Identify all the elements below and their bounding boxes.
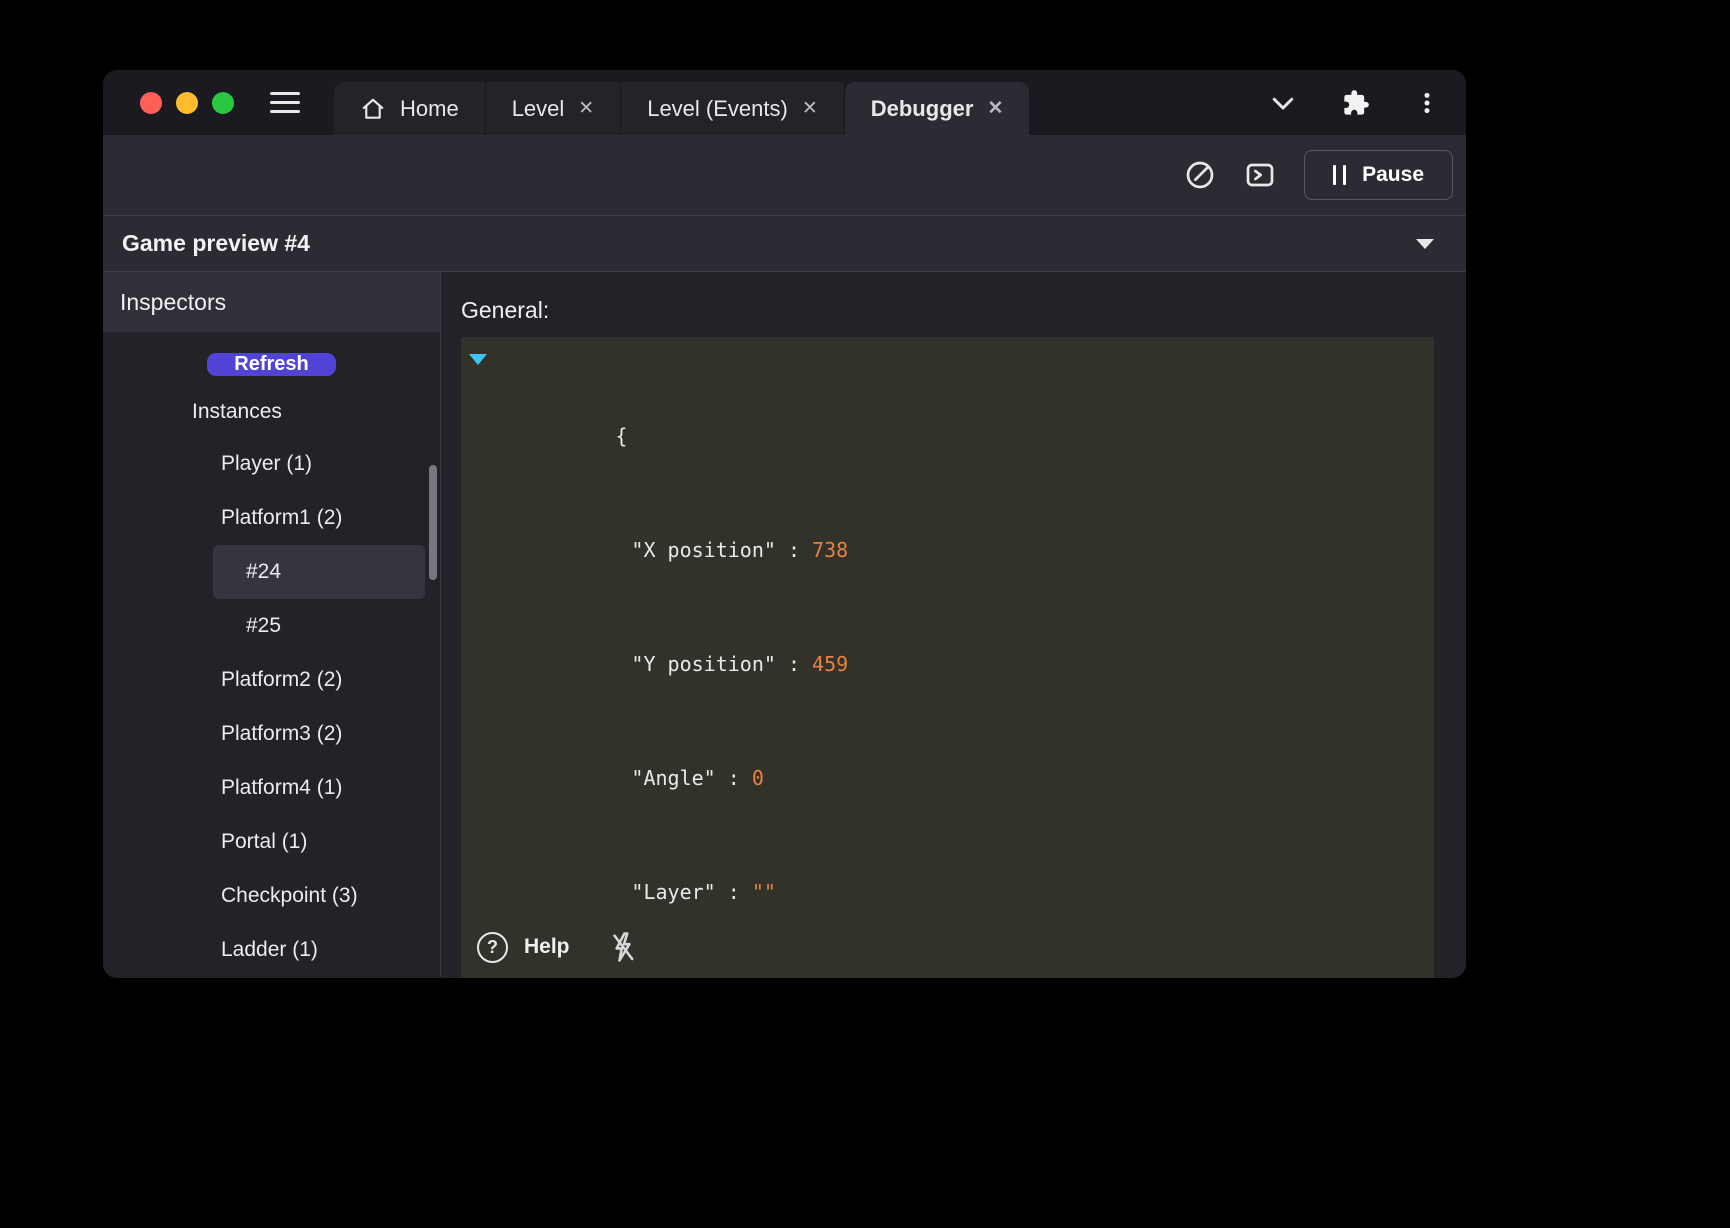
tab-bar: Home Level Level (Events) Debugger (334, 70, 1029, 135)
sidebar-scrollbar[interactable] (429, 465, 437, 580)
instance-item-checkpoint[interactable]: Checkpoint (3) (213, 869, 425, 923)
pause-icon (1333, 165, 1346, 185)
instance-item-player[interactable]: Player (1) (213, 437, 425, 491)
instance-item-portal[interactable]: Portal (1) (213, 815, 425, 869)
property-row[interactable]: "Y position" : 459 (461, 607, 1434, 721)
instance-item-platform1[interactable]: Platform1 (2) (213, 491, 425, 545)
help-icon[interactable] (477, 932, 508, 963)
expand-collapse-icon[interactable] (469, 354, 487, 365)
property-value[interactable]: "" (752, 880, 776, 904)
property-value[interactable]: 738 (812, 538, 848, 562)
tab-level-events[interactable]: Level (Events) (621, 82, 845, 135)
window-controls (103, 70, 234, 135)
caret-down-icon[interactable] (1416, 239, 1434, 249)
open-brace: { (615, 424, 627, 448)
chevron-down-icon[interactable] (1268, 88, 1298, 118)
tab-label: Home (400, 96, 459, 122)
property-key: "Y position" (631, 652, 776, 676)
titlebar: Home Level Level (Events) Debugger (103, 70, 1466, 135)
game-preview-header[interactable]: Game preview #4 (103, 215, 1466, 272)
pause-button[interactable]: Pause (1304, 150, 1453, 200)
tab-debugger[interactable]: Debugger (845, 82, 1030, 135)
general-title: General: (461, 296, 1434, 324)
instance-item-platform2[interactable]: Platform2 (2) (213, 653, 425, 707)
property-key: "Layer" (631, 880, 715, 904)
instances-label: Instances (192, 400, 440, 424)
inspector-panel: General: { "X position" : 738 "Y positio… (441, 272, 1466, 977)
instance-item-platform3[interactable]: Platform3 (2) (213, 707, 425, 761)
tab-home[interactable]: Home (334, 82, 486, 135)
instance-item-ladder[interactable]: Ladder (1) (213, 923, 425, 977)
property-row[interactable]: "Angle" : 0 (461, 721, 1434, 835)
inspector-footer: Help (477, 930, 640, 964)
tab-label: Level (Events) (647, 96, 788, 122)
kebab-menu-icon[interactable] (1414, 89, 1440, 117)
flash-off-icon[interactable] (606, 930, 640, 964)
instance-item-25[interactable]: #25 (213, 599, 425, 653)
object-open-line: { (461, 341, 1434, 493)
inspectors-header: Inspectors (103, 272, 440, 332)
instances-list: Player (1) Platform1 (2) #24 #25 Platfor… (103, 437, 440, 977)
debugger-window: Home Level Level (Events) Debugger (103, 70, 1466, 978)
tab-close-icon[interactable] (802, 99, 818, 118)
menu-icon[interactable] (270, 92, 300, 113)
instance-item-platform4[interactable]: Platform4 (1) (213, 761, 425, 815)
console-icon[interactable] (1244, 159, 1276, 191)
profiler-icon[interactable] (1184, 159, 1216, 191)
extensions-puzzle-icon[interactable] (1342, 89, 1370, 117)
property-row[interactable]: "X position" : 738 (461, 493, 1434, 607)
tab-label: Level (512, 96, 565, 122)
tab-label: Debugger (871, 96, 974, 122)
tab-close-icon[interactable] (987, 99, 1003, 118)
refresh-button[interactable]: Refresh (207, 353, 335, 376)
debugger-toolbar: Pause (103, 135, 1466, 215)
pause-label: Pause (1362, 163, 1424, 187)
inspectors-sidebar: Inspectors Refresh Instances Player (1) … (103, 272, 440, 977)
property-key: "X position" (631, 538, 776, 562)
maximize-window-button[interactable] (212, 92, 234, 114)
instance-item-24[interactable]: #24 (213, 545, 425, 599)
general-properties-tree: { "X position" : 738 "Y position" : 459 … (461, 337, 1434, 978)
game-preview-title: Game preview #4 (122, 230, 310, 257)
property-key: "Angle" (631, 766, 715, 790)
tab-close-icon[interactable] (578, 99, 594, 118)
tab-level[interactable]: Level (486, 82, 622, 135)
property-value[interactable]: 459 (812, 652, 848, 676)
property-value[interactable]: 0 (752, 766, 764, 790)
home-icon (360, 96, 386, 122)
minimize-window-button[interactable] (176, 92, 198, 114)
help-label: Help (524, 935, 570, 959)
close-window-button[interactable] (140, 92, 162, 114)
